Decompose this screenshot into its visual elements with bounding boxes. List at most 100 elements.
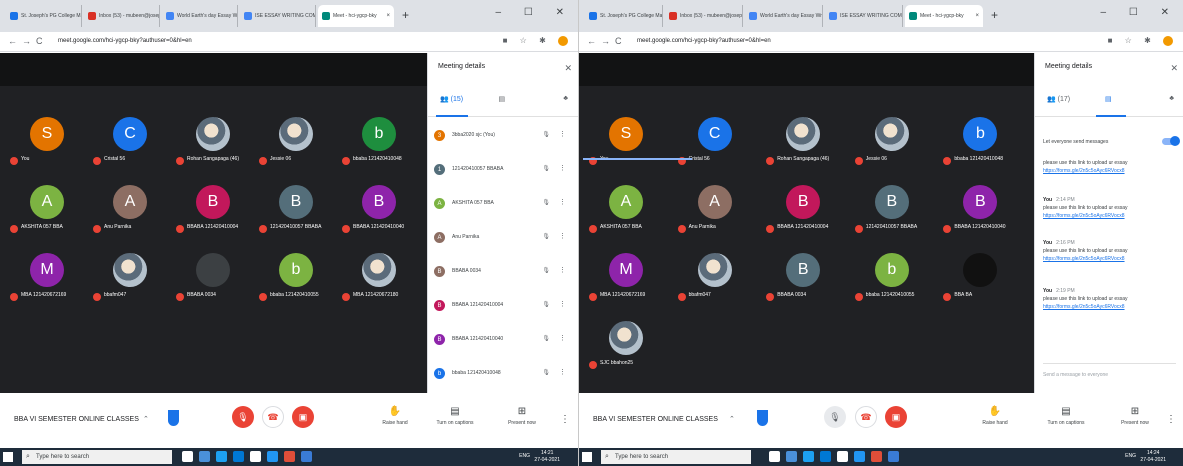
- participant-tile[interactable]: MBA 121420672180: [338, 247, 418, 307]
- tab-close-icon[interactable]: ×: [975, 13, 979, 19]
- chevron-up-icon[interactable]: ⌃: [143, 415, 149, 423]
- taskbar-app-icon[interactable]: [199, 451, 210, 462]
- browser-tab[interactable]: World Earth's day Essay Wri×: [162, 5, 238, 27]
- tab-close-icon[interactable]: ×: [386, 13, 390, 19]
- browser-tab[interactable]: Inbox (53) - mubeen@josep×: [665, 5, 743, 27]
- close-icon[interactable]: ✕: [564, 63, 572, 74]
- muted-mic-icon[interactable]: 🎙: [542, 165, 550, 172]
- taskbar-clock[interactable]: 14:24 27-04-2021: [1140, 450, 1166, 464]
- close-icon[interactable]: ✕: [1170, 63, 1178, 74]
- browser-tab[interactable]: ISE ESSAY WRITING COMPE×: [240, 5, 316, 27]
- participant-tile[interactable]: b bbaba 121420410055: [851, 247, 931, 307]
- participant-tile[interactable]: Rohan Sangapaga (46): [172, 111, 252, 171]
- system-tray-language[interactable]: ENG: [1125, 453, 1136, 459]
- participant-tile[interactable]: C Cristal 56: [674, 111, 754, 171]
- participant-tile[interactable]: C Cristal 56: [89, 111, 169, 171]
- profile-avatar[interactable]: [558, 36, 568, 46]
- url-field[interactable]: meet.google.com/hci-ygcp-bky?authuser=0&…: [637, 38, 771, 44]
- taskbar-app-icon[interactable]: [871, 451, 882, 462]
- chat-input[interactable]: Send a message to everyone: [1043, 363, 1176, 378]
- message-link[interactable]: https://forms.gle/2n5c5oAyc6RVocx8: [1043, 167, 1176, 175]
- captions-button[interactable]: ▤ Turn on captions: [430, 406, 480, 426]
- participant-tile[interactable]: b bbaba 121420410055: [255, 247, 335, 307]
- more-options-icon[interactable]: ⋮: [559, 198, 566, 206]
- meeting-title[interactable]: BBA VI SEMESTER ONLINE CLASSES: [14, 416, 139, 423]
- taskbar-app-icon[interactable]: [267, 451, 278, 462]
- taskbar-app-icon[interactable]: [301, 451, 312, 462]
- microphone-button[interactable]: 🎙: [824, 406, 846, 428]
- more-options-icon[interactable]: ⋮: [559, 300, 566, 308]
- participant-tile[interactable]: BBA BA: [939, 247, 1019, 307]
- message-link[interactable]: https://forms.gle/2n5c5oAyc6RVocx8: [1043, 303, 1176, 311]
- taskbar-search[interactable]: ⌕ Type here to search: [601, 450, 751, 464]
- muted-mic-icon[interactable]: 🎙: [542, 131, 550, 138]
- chevron-up-icon[interactable]: ⌃: [729, 415, 735, 423]
- browser-tab[interactable]: St. Joseph's PG College Mail×: [6, 5, 82, 27]
- participant-tile[interactable]: B BBABA 121420410040: [338, 179, 418, 239]
- browser-tab[interactable]: St. Joseph's PG College Mail×: [585, 5, 663, 27]
- tab-activities[interactable]: ♣: [563, 95, 568, 102]
- participant-tile[interactable]: B BBABA 0034: [762, 247, 842, 307]
- participant-tile[interactable]: A Anu Parnika: [674, 179, 754, 239]
- microphone-button[interactable]: 🎙: [232, 406, 254, 428]
- tab-chat[interactable]: ▤: [1105, 95, 1112, 103]
- participant-tile[interactable]: Jessie 06: [255, 111, 335, 171]
- people-list-item[interactable]: A Anu Parnika 🎙 ⋮: [432, 223, 574, 253]
- taskbar-app-icon[interactable]: [233, 451, 244, 462]
- more-options-icon[interactable]: ⋮: [559, 164, 566, 172]
- taskbar-app-icon[interactable]: [769, 451, 780, 462]
- present-button[interactable]: ⊞ Present now: [497, 406, 547, 426]
- muted-mic-icon[interactable]: 🎙: [542, 233, 550, 240]
- raise-hand-button[interactable]: ✋ Raise hand: [370, 406, 420, 426]
- new-tab-icon[interactable]: +: [402, 8, 409, 22]
- browser-tab[interactable]: Meet - hci-ygcp-bky ×: [905, 5, 983, 27]
- system-tray-language[interactable]: ENG: [519, 453, 530, 459]
- taskbar-app-icon[interactable]: [803, 451, 814, 462]
- participant-tile[interactable]: B BBABA 121420410004: [762, 179, 842, 239]
- browser-tab[interactable]: Inbox (53) - mubeen@josep×: [84, 5, 160, 27]
- toolbar-icons[interactable]: ■ ☆ ✱: [503, 36, 568, 46]
- muted-mic-icon[interactable]: 🎙: [542, 301, 550, 308]
- more-options-icon[interactable]: ⋮: [560, 414, 570, 425]
- participant-tile[interactable]: BBABA 0034: [172, 247, 252, 307]
- message-link[interactable]: https://forms.gle/2n5c5oAyc6RVocx8: [1043, 212, 1176, 220]
- more-options-icon[interactable]: ⋮: [559, 368, 566, 376]
- window-controls[interactable]: – ☐ ✕: [1101, 7, 1179, 18]
- taskbar-clock[interactable]: 14:21 27-04-2021: [534, 450, 560, 464]
- taskbar-app-icon[interactable]: [786, 451, 797, 462]
- people-list-item[interactable]: B BBABA 0034 🎙 ⋮: [432, 257, 574, 287]
- new-tab-icon[interactable]: +: [991, 8, 998, 22]
- participant-tile[interactable]: B BBABA 121420410004: [172, 179, 252, 239]
- shield-icon[interactable]: [757, 410, 768, 426]
- participant-tile[interactable]: SYou: [6, 111, 86, 171]
- participant-tile[interactable]: bbafm047: [674, 247, 754, 307]
- windows-start-icon[interactable]: [582, 452, 592, 462]
- send-messages-toggle[interactable]: [1162, 136, 1180, 146]
- participant-tile[interactable]: Jessie 06: [851, 111, 931, 171]
- people-list-item[interactable]: 1 121420410057 BBABA 🎙 ⋮: [432, 155, 574, 185]
- people-list-item[interactable]: 3 3bba2020 sjc (You) 🎙 ⋮: [432, 121, 574, 151]
- people-list-item[interactable]: A AKSHITA 057 BBA 🎙 ⋮: [432, 189, 574, 219]
- browser-tab[interactable]: Meet - hci-ygcp-bky ×: [318, 5, 394, 27]
- taskbar-app-icon[interactable]: [888, 451, 899, 462]
- window-controls[interactable]: – ☐ ✕: [496, 7, 574, 18]
- participant-tile[interactable]: b bbaba 121420410048: [939, 111, 1019, 171]
- participant-tile[interactable]: b bbaba 121420410048: [338, 111, 418, 171]
- muted-mic-icon[interactable]: 🎙: [542, 335, 550, 342]
- nav-buttons-icon[interactable]: ←→C: [587, 36, 627, 46]
- taskbar-app-icon[interactable]: [216, 451, 227, 462]
- toolbar-icons[interactable]: ■ ☆ ✱: [1108, 36, 1173, 46]
- message-link[interactable]: https://forms.gle/2n5c5oAyc6RVocx8: [1043, 255, 1176, 263]
- people-list-item[interactable]: B BBABA 121420410004 🎙 ⋮: [432, 291, 574, 321]
- participant-tile[interactable]: bbafm047: [89, 247, 169, 307]
- end-call-button[interactable]: ☎: [855, 406, 877, 428]
- taskbar-app-icon[interactable]: [182, 451, 193, 462]
- raise-hand-button[interactable]: ✋ Raise hand: [970, 406, 1020, 426]
- participant-tile[interactable]: SJC bbahon25: [585, 315, 665, 375]
- participant-tile[interactable]: SYou: [585, 111, 665, 171]
- participant-tile[interactable]: A Anu Parnika: [89, 179, 169, 239]
- meeting-title[interactable]: BBA VI SEMESTER ONLINE CLASSES: [593, 416, 718, 423]
- participant-tile[interactable]: M MBA 121420672169: [6, 247, 86, 307]
- more-options-icon[interactable]: ⋮: [559, 266, 566, 274]
- muted-mic-icon[interactable]: 🎙: [542, 199, 550, 206]
